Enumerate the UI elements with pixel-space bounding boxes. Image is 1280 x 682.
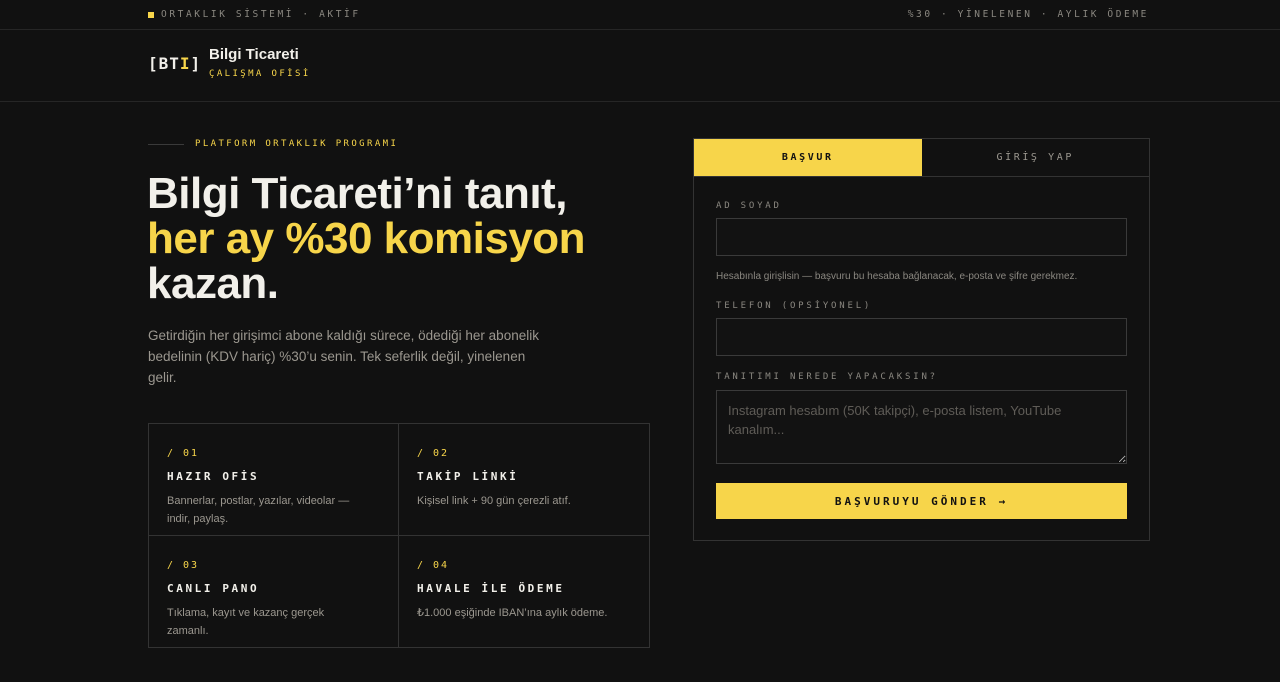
feature-card: / 01 HAZIR OFİS Bannerlar, postlar, yazı… [149, 424, 399, 536]
brand-logo[interactable]: [BTI] [148, 54, 201, 73]
feature-number: / 04 [417, 559, 450, 571]
logo-open: [BT [148, 54, 180, 73]
system-status-text: ORTAKLIK SİSTEMİ · AKTİF [161, 9, 361, 20]
logo-accent: I [179, 54, 191, 73]
hero-description: Getirdiğin her girişimci abone kaldığı s… [148, 328, 539, 385]
account-hint: Hesabınla girişlisin — başvuru bu hesaba… [716, 271, 1078, 282]
feature-number: / 02 [417, 448, 450, 459]
promotion-channel-label: TANITIMI NEREDE YAPACAKSIN? [716, 372, 938, 382]
feature-title: CANLI PANO [167, 581, 260, 595]
headline-highlight: her ay %30 komisyon [147, 214, 586, 263]
feature-description: Kişisel link + 90 gün çerezli atıf. [417, 495, 571, 507]
application-panel: BAŞVUR GİRİŞ YAP AD SOYAD Hesabınla giri… [693, 138, 1150, 541]
feature-grid: / 01 HAZIR OFİS Bannerlar, postlar, yazı… [148, 423, 650, 648]
name-label: AD SOYAD [716, 201, 782, 211]
top-status-bar: ORTAKLIK SİSTEMİ · AKTİF %30 · YİNELENEN… [0, 0, 1280, 30]
brand-subtitle: ÇALIŞMA OFİSİ [209, 69, 311, 79]
brand-name[interactable]: Bilgi Ticareti [209, 46, 299, 63]
feature-title: HAVALE İLE ÖDEME [417, 581, 565, 595]
eyebrow-divider [148, 143, 184, 145]
eyebrow: PLATFORM ORTAKLIK PROGRAMI [148, 139, 398, 149]
feature-number: / 01 [167, 448, 200, 459]
headline-line-3: kazan. [147, 259, 279, 308]
phone-label: TELEFON (OPSİYONEL) [716, 301, 873, 311]
logo-close: ] [190, 54, 202, 73]
tab-apply[interactable]: BAŞVUR [694, 139, 922, 176]
submit-application-button[interactable]: BAŞVURUYU GÖNDER → [716, 483, 1127, 519]
form-tabs: BAŞVUR GİRİŞ YAP [694, 139, 1149, 177]
eyebrow-text: PLATFORM ORTAKLIK PROGRAMI [195, 139, 399, 149]
feature-card: / 04 HAVALE İLE ÖDEME ₺1.000 eşiğinde IB… [399, 536, 649, 648]
feature-description: Bannerlar, postlar, yazılar, videolar — … [167, 495, 350, 525]
phone-field[interactable] [716, 318, 1127, 356]
site-header: [BTI] Bilgi Ticareti ÇALIŞMA OFİSİ [0, 30, 1280, 102]
feature-card: / 02 TAKİP LİNKİ Kişisel link + 90 gün ç… [399, 424, 649, 536]
promotion-channel-field[interactable] [716, 390, 1127, 464]
feature-card: / 03 CANLI PANO Tıklama, kayıt ve kazanç… [149, 535, 399, 647]
commission-summary: %30 · YİNELENEN · AYLIK ÖDEME [907, 9, 1149, 20]
feature-title: HAZIR OFİS [167, 470, 260, 483]
feature-number: / 03 [167, 559, 200, 571]
page-headline: Bilgi Ticareti’ni tanıt, her ay %30 komi… [147, 171, 667, 306]
headline-line-1: Bilgi Ticareti’ni tanıt, [147, 169, 567, 218]
status-dot-icon [148, 11, 154, 18]
tab-login[interactable]: GİRİŞ YAP [922, 139, 1150, 176]
feature-description: Tıklama, kayıt ve kazanç gerçek zamanlı. [167, 606, 325, 637]
feature-title: TAKİP LİNKİ [417, 470, 519, 483]
name-field[interactable] [716, 218, 1127, 256]
system-status: ORTAKLIK SİSTEMİ · AKTİF [148, 9, 361, 20]
feature-description: ₺1.000 eşiğinde IBAN’ına aylık ödeme. [417, 606, 608, 619]
